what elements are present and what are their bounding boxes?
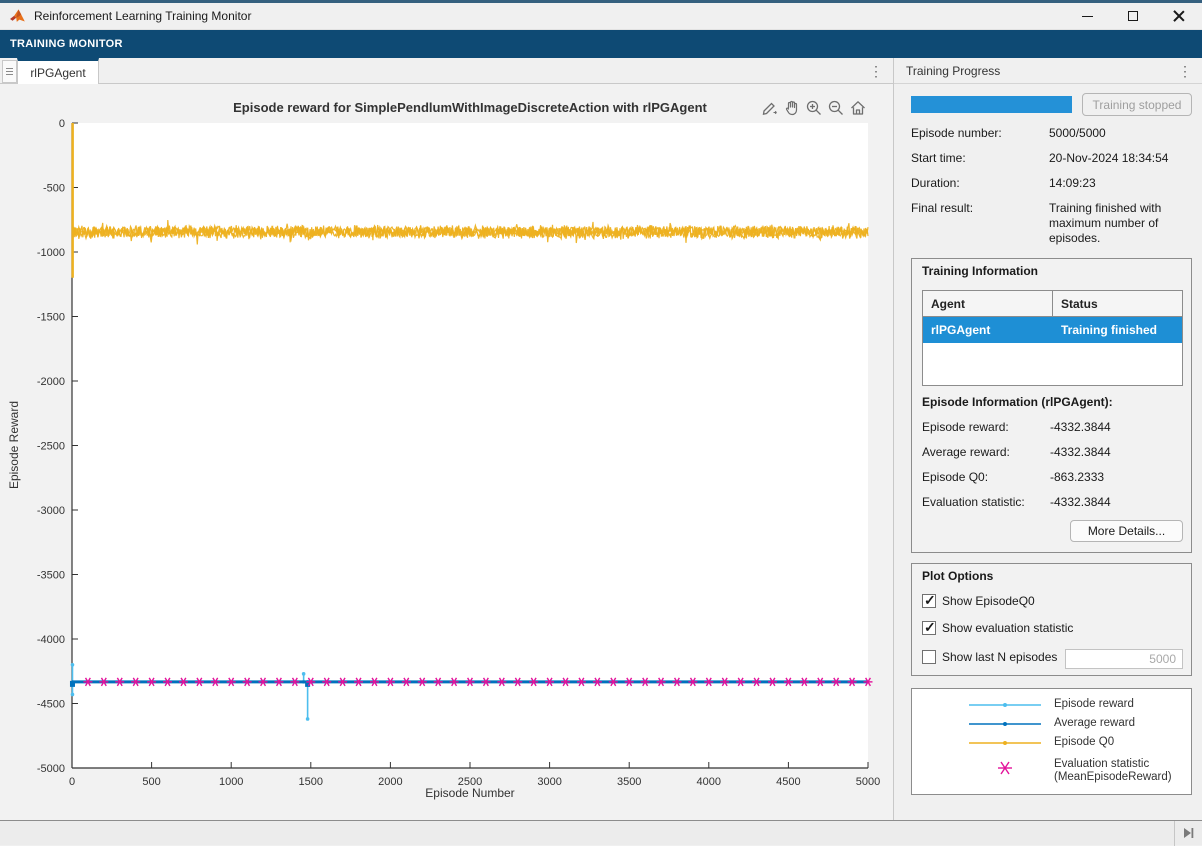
average-reward-row: Average reward: -4332.3844 xyxy=(922,445,1111,459)
episode-reward-chart[interactable]: 0 500 1000 1500 2000 2500 3000 3500 4000 4500 5000… xyxy=(0,84,893,820)
episode-reward-row: Episode reward: -4332.3844 xyxy=(922,420,1111,434)
show-evaluation-statistic-option[interactable]: Show evaluation statistic xyxy=(922,619,1073,636)
average-reward-swatch-icon xyxy=(967,715,1043,733)
minimize-icon xyxy=(1081,15,1093,17)
training-information-title: Training Information xyxy=(922,264,1038,278)
zoom-in-button[interactable] xyxy=(804,98,823,117)
matlab-logo-icon xyxy=(10,9,25,22)
export-brush-button[interactable] xyxy=(760,98,779,117)
episode-information-title: Episode Information (rlPGAgent): xyxy=(922,395,1113,409)
start-time-row: Start time: 20-Nov-2024 18:34:54 xyxy=(911,151,1169,165)
svg-text:-1000: -1000 xyxy=(37,247,65,259)
plot-options-title: Plot Options xyxy=(922,569,994,583)
training-information-group: Training Information Agent Status rlPGAg… xyxy=(911,258,1192,553)
training-progress-bar xyxy=(911,96,1072,113)
maximize-button[interactable] xyxy=(1110,3,1156,29)
restore-view-button[interactable] xyxy=(848,98,867,117)
statusbar xyxy=(0,820,1202,846)
main-area: rlPGAgent ⋮ 0 500 1000 1500 2000 2500 3000 3500… xyxy=(0,58,1202,820)
document-pane: rlPGAgent ⋮ 0 500 1000 1500 2000 2500 3000 3500… xyxy=(0,58,893,820)
expand-statusbar-button[interactable] xyxy=(1181,826,1195,840)
svg-text:-3000: -3000 xyxy=(37,505,65,517)
tab-rlpgagent[interactable]: rlPGAgent xyxy=(17,58,99,84)
svg-text:-500: -500 xyxy=(43,183,65,195)
legend-item-evaluation-statistic: Evaluation statistic (MeanEpisodeReward) xyxy=(912,756,1193,786)
duration-row: Duration: 14:09:23 xyxy=(911,176,1096,190)
more-details-button[interactable]: More Details... xyxy=(1070,520,1183,542)
pan-hand-icon xyxy=(785,100,797,115)
panel-menu-icon[interactable]: ⋮ xyxy=(1178,64,1192,78)
episode-number-row: Episode number: 5000/5000 xyxy=(911,126,1106,140)
close-icon xyxy=(1173,10,1185,22)
zoom-out-button[interactable] xyxy=(826,98,845,117)
status-column-header[interactable]: Status xyxy=(1053,291,1182,316)
table-row[interactable]: rlPGAgent Training finished xyxy=(923,317,1182,343)
minimize-button[interactable] xyxy=(1064,3,1110,29)
panel-title: Training Progress xyxy=(906,63,1001,78)
final-result-row: Final result: Training finished with maxi… xyxy=(911,201,1162,245)
svg-text:-2500: -2500 xyxy=(37,441,65,453)
show-episodeq0-option[interactable]: Show EpisodeQ0 xyxy=(922,592,1035,609)
evaluation-statistic-row: Evaluation statistic: -4332.3844 xyxy=(922,495,1111,509)
legend-item-episode-q0: Episode Q0 xyxy=(912,734,1193,752)
toolstrip: TRAINING MONITOR xyxy=(0,30,1202,58)
plot-option-checkbox-1[interactable] xyxy=(922,619,936,636)
panel-header: Training Progress ⋮ xyxy=(894,58,1202,84)
n-episodes-input[interactable]: 5000 xyxy=(1065,649,1183,669)
document-tabstrip: rlPGAgent ⋮ xyxy=(0,58,893,84)
chart-legend: Episode reward Average reward Episode Q0 xyxy=(911,688,1192,795)
progress-fill xyxy=(911,96,1072,113)
window-controls xyxy=(1064,3,1202,29)
svg-text:-2000: -2000 xyxy=(37,376,65,388)
plot-option-checkbox-0[interactable] xyxy=(922,592,936,609)
y-axis-label: Episode Reward xyxy=(7,400,21,490)
svg-text:-1500: -1500 xyxy=(37,312,65,324)
agent-column-header[interactable]: Agent xyxy=(923,291,1053,316)
close-button[interactable] xyxy=(1156,3,1202,29)
episode-reward-swatch-icon xyxy=(967,696,1043,714)
zoom-in-icon xyxy=(806,100,821,115)
chart-title: Episode reward for SimplePendlumWithImag… xyxy=(233,100,707,115)
svg-text:-4500: -4500 xyxy=(37,699,65,711)
evaluation-statistic-asterisk-icon xyxy=(967,756,1043,775)
episode-q0-row: Episode Q0: -863.2333 xyxy=(922,470,1105,484)
home-icon xyxy=(850,100,865,115)
plot-options-group: Plot Options Show EpisodeQ0 Show evaluat… xyxy=(911,563,1192,676)
table-header-row: Agent Status xyxy=(923,291,1182,317)
brush-icon xyxy=(762,102,777,115)
svg-text:-5000: -5000 xyxy=(37,763,65,775)
pan-button[interactable] xyxy=(782,98,801,117)
plot-option-checkbox-2[interactable] xyxy=(922,650,936,664)
tab-label: rlPGAgent xyxy=(30,65,86,80)
x-axis-label: Episode Number xyxy=(425,786,515,800)
titlebar: Reinforcement Learning Training Monitor xyxy=(0,3,1202,30)
maximize-icon xyxy=(1128,11,1138,21)
training-progress-panel: Training Progress ⋮ Training stopped Epi… xyxy=(894,58,1202,820)
svg-text:0: 0 xyxy=(59,118,65,130)
skip-expand-icon xyxy=(1184,828,1194,838)
show-last-n-episodes-option[interactable]: Show last N episodes xyxy=(922,650,1057,664)
agent-status-table: Agent Status rlPGAgent Training finished xyxy=(922,290,1183,386)
training-stopped-button[interactable]: Training stopped xyxy=(1082,93,1192,116)
episode-q0-swatch-icon xyxy=(967,734,1043,752)
svg-text:-3500: -3500 xyxy=(37,570,65,582)
zoom-out-icon xyxy=(828,100,843,115)
tabstrip-menu-icon[interactable]: ⋮ xyxy=(869,64,883,78)
tab-overflow-button[interactable] xyxy=(2,60,17,83)
legend-item-episode-reward: Episode reward xyxy=(912,696,1193,714)
axes-toolbar xyxy=(760,98,867,117)
hamburger-icon xyxy=(6,68,13,69)
legend-item-average-reward: Average reward xyxy=(912,715,1193,733)
training-figure: 0 500 1000 1500 2000 2500 3000 3500 4000 4500 5000… xyxy=(0,84,893,820)
toolstrip-tab-training-monitor[interactable]: TRAINING MONITOR xyxy=(10,38,123,50)
app-window: Reinforcement Learning Training Monitor … xyxy=(0,0,1202,846)
statusbar-divider xyxy=(1174,821,1175,846)
window-title: Reinforcement Learning Training Monitor xyxy=(34,9,252,23)
svg-text:-4000: -4000 xyxy=(37,634,65,646)
